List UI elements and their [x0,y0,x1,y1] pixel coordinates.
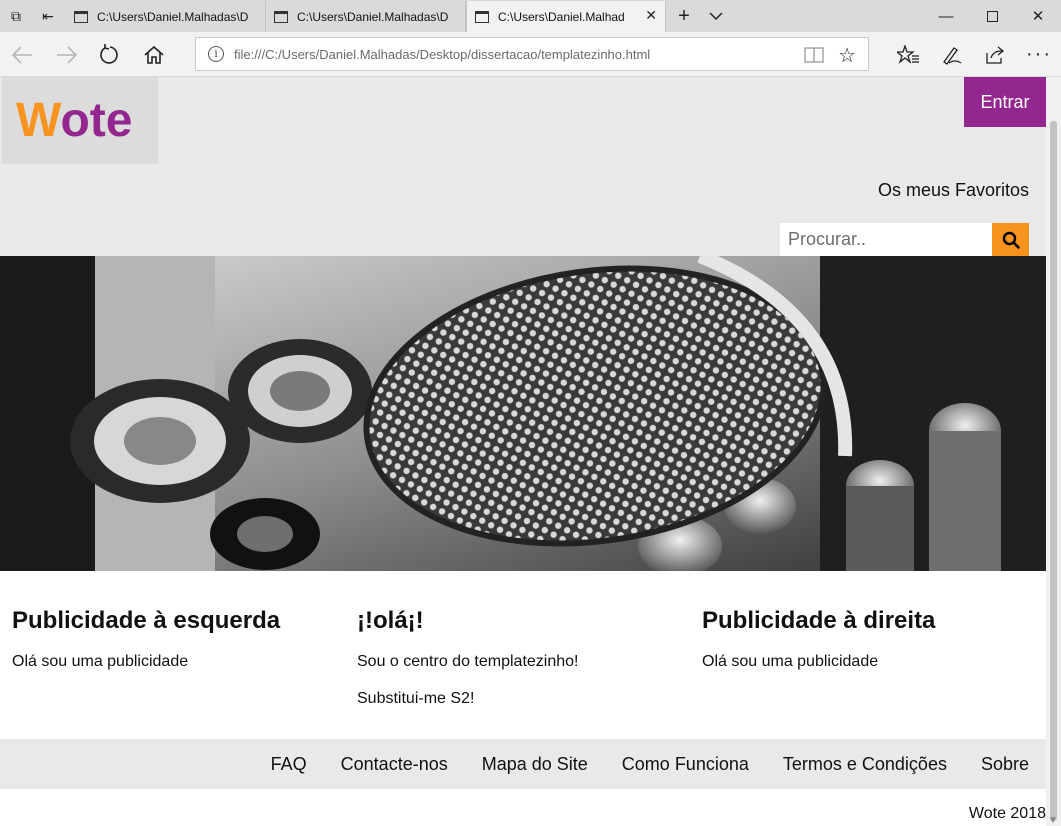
left-ad-text: Olá sou uma publicidade [12,653,189,670]
forward-icon[interactable] [45,32,89,77]
right-ad-column: Publicidade à direita Olá sou uma public… [702,608,935,671]
address-text: file:///C:/Users/Daniel.Malhadas/Desktop… [234,46,651,62]
set-aside-tabs-icon[interactable]: ⇤ [32,0,64,32]
tab-list-chevron-down-icon[interactable] [700,0,732,32]
tab-title: C:\Users\Daniel.Malhadas\D [297,9,449,24]
reading-view-icon[interactable] [804,46,824,69]
search-form [780,223,1029,256]
left-ad-title: Publicidade à esquerda [12,607,281,634]
share-icon[interactable] [973,32,1017,77]
footer-link-terms[interactable]: Termos e Condições [783,754,947,775]
new-tab-icon[interactable]: + [668,0,700,32]
left-ad-column: Publicidade à esquerda Olá sou uma publi… [12,608,280,671]
center-title: ¡!olá¡! [357,607,424,634]
my-favorites-link[interactable]: Os meus Favoritos [878,180,1029,201]
footer-link-faq[interactable]: FAQ [271,754,307,775]
maximize-icon[interactable] [969,0,1015,32]
home-icon[interactable] [132,32,176,77]
scroll-down-chevron-icon[interactable]: ▼ [1048,815,1058,826]
wote-logo[interactable]: Wote [2,77,158,164]
favorites-hub-icon[interactable] [886,32,930,77]
site-info-icon[interactable]: i [208,46,224,62]
close-tab-icon[interactable]: ✕ [645,7,657,24]
center-column: ¡!olá¡! Sou o centro do templatezinho! S… [357,608,578,708]
page-viewport: Wote Entrar Os meus Favoritos Procurar..… [0,77,1061,826]
search-input[interactable] [780,223,992,256]
address-field[interactable]: i file:///C:/Users/Daniel.Malhadas/Deskt… [195,37,869,71]
login-button[interactable]: Entrar [964,77,1046,127]
hero-microphone-image [0,256,1046,571]
center-text-2: Substitui-me S2! [357,690,475,707]
page-icon [475,10,489,23]
page-scrollbar[interactable]: ▼ [1046,77,1061,826]
minimize-icon[interactable]: — [923,0,969,32]
page-icon [274,10,288,23]
right-ad-title: Publicidade à direita [702,607,936,634]
footer-link-how-it-works[interactable]: Como Funciona [622,754,749,775]
tab-title: C:\Users\Daniel.Malhad [498,9,625,24]
page: Wote Entrar Os meus Favoritos Procurar..… [0,77,1046,822]
back-icon[interactable] [0,32,44,77]
more-menu-icon[interactable]: ··· [1017,32,1061,77]
site-footer: FAQ Contacte-nos Mapa do Site Como Funci… [0,739,1046,789]
address-toolbar: i file:///C:/Users/Daniel.Malhadas/Deskt… [0,32,1061,77]
refresh-icon[interactable] [88,32,132,77]
logo-letter-w: W [16,94,61,147]
scrollbar-thumb[interactable] [1050,121,1057,821]
search-icon [1002,231,1020,249]
search-button[interactable] [992,223,1029,256]
copyright-text: Wote 2018 [968,805,1046,822]
footer-links: FAQ Contacte-nos Mapa do Site Como Funci… [237,739,1029,789]
close-window-icon[interactable]: ✕ [1015,0,1061,32]
web-note-pen-icon[interactable] [930,32,974,77]
footer-link-contact[interactable]: Contacte-nos [341,754,448,775]
content-columns: Publicidade à esquerda Olá sou uma publi… [0,571,1046,739]
tab-preview-icon[interactable]: ⧉ [0,0,32,32]
center-text-1: Sou o centro do templatezinho! [357,653,579,670]
right-ad-text: Olá sou uma publicidade [702,653,879,670]
tab-title: C:\Users\Daniel.Malhadas\D [97,9,249,24]
footer-link-about[interactable]: Sobre [981,754,1029,775]
tab-2[interactable]: C:\Users\Daniel.Malhadas\D [266,1,466,32]
tab-3-active[interactable]: C:\Users\Daniel.Malhad ✕ [466,1,666,32]
site-header: Wote Entrar Os meus Favoritos [0,77,1046,256]
logo-text-rest: ote [60,94,133,147]
page-icon [74,10,88,23]
tab-bar: ⧉ ⇤ C:\Users\Daniel.Malhadas\D C:\Users\… [0,0,1061,32]
favorite-star-icon[interactable]: ☆ [838,43,856,68]
footer-link-sitemap[interactable]: Mapa do Site [482,754,588,775]
tab-1[interactable]: C:\Users\Daniel.Malhadas\D [66,1,266,32]
